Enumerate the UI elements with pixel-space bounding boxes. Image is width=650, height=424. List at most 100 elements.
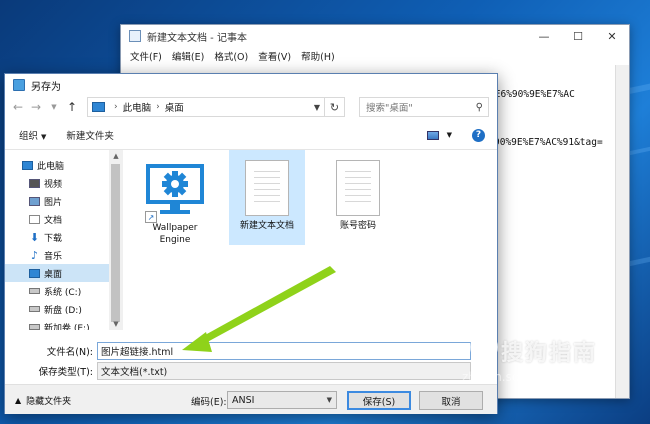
- nav-label: 此电脑: [37, 161, 65, 172]
- file-label: Wallpaper Engine: [152, 222, 197, 246]
- drive-icon: [29, 306, 40, 312]
- drive-icon: [29, 288, 40, 294]
- computer-icon: [92, 102, 105, 112]
- encoding-label: 编码(E):: [191, 397, 227, 408]
- menu-file[interactable]: 文件(F): [125, 49, 167, 63]
- nav-label: 文档: [44, 215, 63, 226]
- save-as-dialog[interactable]: 另存为 ← → ▼ ↑ › 此电脑 › 桌面 ▼ ↻ 搜索"桌面" ⚲ 组织 ▼ …: [4, 73, 498, 414]
- nav-item-documents[interactable]: 文档: [5, 210, 123, 228]
- file-view[interactable]: ↗ Wallpaper Engine 新建文本文档 账号密码: [125, 150, 497, 330]
- watermark-text: 搜狗指南: [501, 341, 598, 366]
- nav-item-downloads[interactable]: ⬇ 下载: [5, 228, 123, 246]
- desktop-folder-icon: [29, 268, 40, 278]
- address-bar[interactable]: › 此电脑 › 桌面 ▼: [87, 97, 325, 117]
- shortcut-arrow-icon: ↗: [145, 211, 157, 223]
- nav-label: 新盘 (D:): [44, 305, 82, 316]
- nav-item-music[interactable]: ♪ 音乐: [5, 246, 123, 264]
- computer-icon: [22, 160, 33, 170]
- dialog-toolbar: 组织 ▼ 新建文件夹 ▼ ?: [5, 123, 497, 147]
- dialog-footer: ▲ 隐藏文件夹 编码(E): ANSI ▼ 保存(S) 取消: [5, 384, 497, 414]
- breadcrumb-separator-icon[interactable]: ›: [156, 102, 160, 112]
- close-button[interactable]: ✕: [595, 25, 629, 47]
- notepad-vertical-scrollbar[interactable]: [615, 65, 629, 398]
- text-document-icon: [245, 160, 289, 216]
- menu-view[interactable]: 查看(V): [253, 49, 296, 63]
- notepad-titlebar[interactable]: 新建文本文档 - 记事本 — ☐ ✕: [121, 25, 629, 47]
- filename-label: 文件名(N):: [46, 347, 93, 358]
- minimize-button[interactable]: —: [527, 25, 561, 47]
- filetype-label: 保存类型(T):: [38, 367, 93, 378]
- chevron-down-icon: ▼: [326, 396, 332, 404]
- notepad-icon: [129, 30, 141, 42]
- nav-item-drive-c[interactable]: 系统 (C:): [5, 282, 123, 300]
- file-item-wallpaper-engine[interactable]: ↗ Wallpaper Engine: [137, 156, 213, 251]
- new-folder-button[interactable]: 新建文件夹: [66, 128, 114, 142]
- nav-label: 图片: [44, 197, 63, 208]
- nav-item-pictures[interactable]: 图片: [5, 192, 123, 210]
- help-icon[interactable]: ?: [472, 128, 485, 142]
- file-label: 账号密码: [339, 221, 376, 231]
- notepad-menubar: 文件(F) 编辑(E) 格式(O) 查看(V) 帮助(H): [121, 47, 629, 65]
- hide-folders-label: 隐藏文件夹: [26, 397, 72, 407]
- filename-input[interactable]: 图片超链接.html: [97, 342, 471, 360]
- address-dropdown-icon[interactable]: ▼: [310, 103, 324, 112]
- browser-content: 此电脑 视频 图片 文档 ⬇ 下载 ♪ 音乐 桌面 系统 (C:) 新盘 (D:) …: [5, 149, 497, 330]
- nav-item-desktop[interactable]: 桌面: [5, 264, 123, 282]
- forward-arrow-icon[interactable]: →: [27, 98, 45, 116]
- organize-label: 组织: [19, 131, 39, 142]
- chevron-down-icon: ▼: [41, 133, 47, 141]
- video-folder-icon: [29, 178, 40, 188]
- documents-folder-icon: [29, 214, 40, 224]
- scroll-down-icon[interactable]: ▼: [109, 320, 123, 328]
- nav-item-this-pc[interactable]: 此电脑: [5, 156, 123, 174]
- navigation-pane[interactable]: 此电脑 视频 图片 文档 ⬇ 下载 ♪ 音乐 桌面 系统 (C:) 新盘 (D:) …: [5, 150, 123, 330]
- breadcrumb-separator-icon[interactable]: ›: [114, 102, 118, 112]
- hide-folders-toggle[interactable]: ▲ 隐藏文件夹: [15, 394, 71, 407]
- breadcrumb-this-pc[interactable]: 此电脑: [123, 100, 152, 114]
- nav-item-videos[interactable]: 视频: [5, 174, 123, 192]
- nav-item-drive-d[interactable]: 新盘 (D:): [5, 300, 123, 318]
- drive-icon: [29, 324, 40, 330]
- menu-format[interactable]: 格式(O): [209, 49, 253, 63]
- cancel-button[interactable]: 取消: [419, 391, 483, 410]
- history-chevron-down-icon[interactable]: ▼: [45, 98, 63, 116]
- save-button[interactable]: 保存(S): [347, 391, 411, 410]
- refresh-icon[interactable]: ↻: [325, 97, 345, 117]
- file-item-account-password[interactable]: 账号密码: [320, 150, 396, 245]
- search-placeholder: 搜索"桌面": [366, 103, 413, 114]
- breadcrumb-desktop[interactable]: 桌面: [165, 100, 184, 114]
- encoding-select[interactable]: ANSI ▼: [227, 391, 337, 409]
- nav-label: 系统 (C:): [44, 287, 82, 298]
- file-item-new-text-document[interactable]: 新建文本文档: [229, 150, 305, 245]
- back-arrow-icon[interactable]: ←: [9, 98, 27, 116]
- save-dialog-icon: [13, 79, 25, 91]
- filetype-row: 保存类型(T): 文本文档(*.txt): [5, 362, 471, 380]
- nav-label: 桌面: [44, 269, 63, 280]
- watermark-url: zhinan.sogou.com: [462, 370, 572, 384]
- nav-scrollbar[interactable]: ▲ ▼: [109, 150, 123, 330]
- view-chevron-down-icon[interactable]: ▼: [447, 131, 452, 139]
- search-input[interactable]: 搜索"桌面" ⚲: [359, 97, 489, 117]
- view-options-icon[interactable]: [426, 130, 439, 140]
- search-icon: ⚲: [475, 101, 483, 113]
- wallpaper-engine-gear-icon: [146, 164, 204, 214]
- maximize-button[interactable]: ☐: [561, 25, 595, 47]
- filename-row: 文件名(N): 图片超链接.html: [5, 342, 471, 360]
- nav-label: 音乐: [44, 251, 63, 262]
- dialog-titlebar[interactable]: 另存为: [5, 74, 497, 96]
- scroll-up-icon[interactable]: ▲: [109, 152, 123, 160]
- nav-label: 视频: [44, 179, 63, 190]
- organize-button[interactable]: 组织 ▼: [19, 128, 46, 142]
- menu-help[interactable]: 帮助(H): [296, 49, 340, 63]
- nav-item-drive-e[interactable]: 新加卷 (E:): [5, 318, 123, 330]
- file-label: 新建文本文档: [239, 221, 294, 231]
- nav-label: 新加卷 (E:): [44, 323, 90, 331]
- chevron-up-icon: ▲: [15, 396, 22, 405]
- nav-scroll-thumb[interactable]: [111, 164, 120, 322]
- up-arrow-icon[interactable]: ↑: [63, 98, 81, 116]
- address-row: ← → ▼ ↑ › 此电脑 › 桌面 ▼ ↻ 搜索"桌面" ⚲: [5, 96, 497, 118]
- menu-edit[interactable]: 编辑(E): [167, 49, 209, 63]
- encoding-value: ANSI: [232, 394, 255, 406]
- filetype-select[interactable]: 文本文档(*.txt): [97, 362, 471, 380]
- toolbar-right: ▼ ?: [426, 128, 497, 142]
